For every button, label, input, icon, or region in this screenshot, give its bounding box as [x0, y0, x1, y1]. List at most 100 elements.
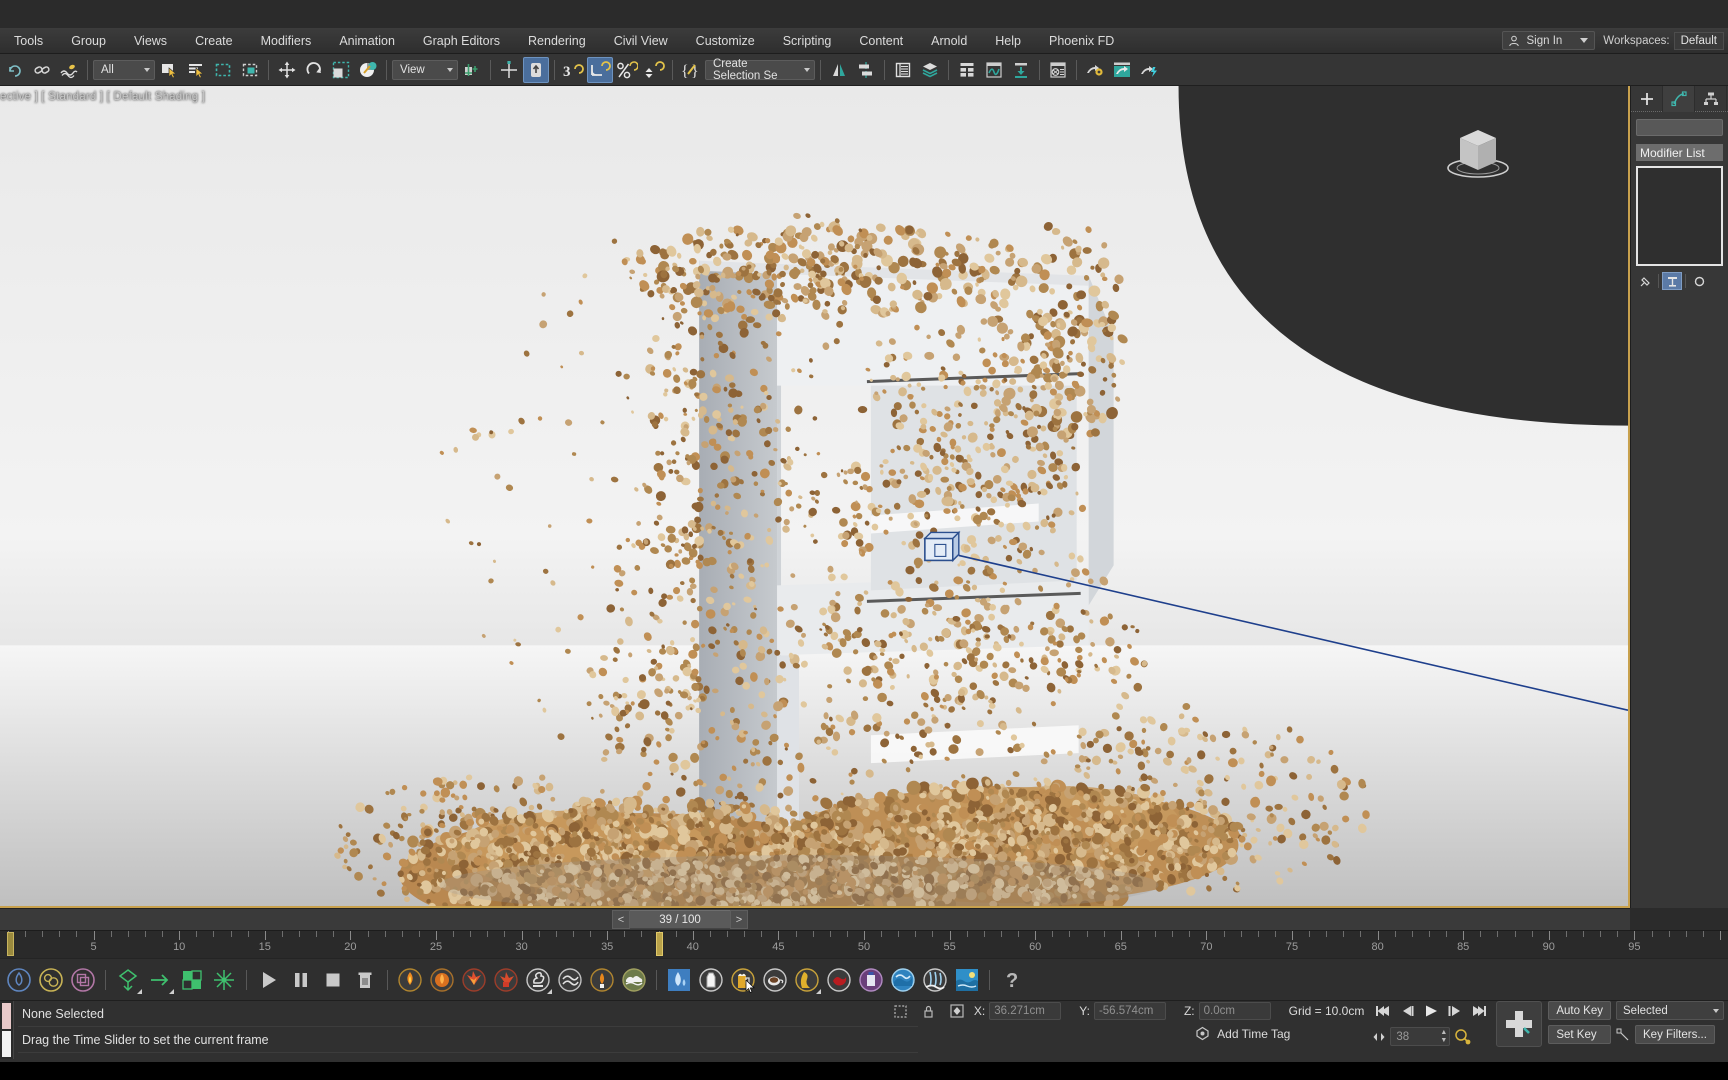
y-field[interactable]: -56.574cm	[1093, 1002, 1166, 1020]
curve-editor-icon[interactable]	[981, 57, 1007, 83]
menu-graph-editors[interactable]: Graph Editors	[409, 31, 514, 51]
preset-milk-icon[interactable]	[696, 965, 726, 995]
x-field[interactable]: 36.271cm	[989, 1002, 1062, 1020]
angle-snap-toggle-icon[interactable]	[587, 56, 613, 83]
menu-tools[interactable]: Tools	[0, 31, 57, 51]
menu-customize[interactable]: Customize	[682, 31, 769, 51]
use-pivot-point-center-icon[interactable]	[459, 57, 485, 83]
edit-named-selection-sets-icon[interactable]: {}	[678, 57, 704, 83]
phoenix-liquid-sim-icon[interactable]	[4, 965, 34, 995]
align-icon[interactable]	[853, 57, 879, 83]
menu-scripting[interactable]: Scripting	[769, 31, 846, 51]
pin-stack-icon[interactable]	[1635, 272, 1655, 290]
placement-tool-icon[interactable]	[355, 57, 381, 83]
bind-space-warp-icon[interactable]	[56, 57, 82, 83]
workspace-selector[interactable]: Default	[1673, 31, 1724, 50]
phoenix-source-icon[interactable]	[113, 965, 143, 995]
time-slider-label[interactable]: 39 / 100	[630, 910, 730, 929]
preset-blood-icon[interactable]	[824, 965, 854, 995]
tangent-icon[interactable]	[1616, 1028, 1630, 1042]
menu-group[interactable]: Group	[57, 31, 120, 51]
isolate-selection-icon[interactable]	[918, 1001, 940, 1021]
key-mode-icon[interactable]	[1454, 1028, 1472, 1046]
menu-content[interactable]: Content	[845, 31, 917, 51]
preset-honey-icon[interactable]	[792, 965, 822, 995]
time-tag-icon[interactable]	[1195, 1026, 1210, 1041]
phoenix-grid-icon[interactable]	[177, 965, 207, 995]
set-key-button[interactable]	[1496, 1001, 1543, 1047]
modifier-stack[interactable]	[1636, 166, 1723, 266]
chevron-down-icon[interactable]	[1580, 38, 1589, 43]
select-and-move-icon[interactable]	[274, 57, 300, 83]
menu-phoenix-fd[interactable]: Phoenix FD	[1035, 31, 1128, 51]
preset-coffee-icon[interactable]	[760, 965, 790, 995]
time-slider-row[interactable]: < 39 / 100 >	[0, 908, 1630, 930]
menu-modifiers[interactable]: Modifiers	[247, 31, 326, 51]
track-bar-current-marker[interactable]	[655, 932, 663, 956]
unlink-icon[interactable]	[29, 57, 55, 83]
rectangular-selection-region-icon[interactable]	[210, 57, 236, 83]
play-animation-icon[interactable]	[1420, 1001, 1442, 1021]
select-object-icon[interactable]	[156, 57, 182, 83]
spinner-snap-toggle-icon[interactable]	[641, 57, 667, 83]
select-by-name-icon[interactable]	[183, 57, 209, 83]
auto-key-button[interactable]: Auto Key	[1548, 1001, 1611, 1020]
select-and-rotate-icon[interactable]	[301, 57, 327, 83]
selection-lock-icon[interactable]	[890, 1001, 912, 1021]
previous-frame-icon[interactable]	[1396, 1001, 1418, 1021]
hierarchy-tab[interactable]	[1695, 86, 1727, 112]
menu-civil-view[interactable]: Civil View	[600, 31, 682, 51]
set-key-button-label[interactable]: Set Key	[1548, 1025, 1611, 1044]
view-cube[interactable]	[1438, 116, 1518, 186]
object-name-field[interactable]	[1636, 119, 1723, 136]
pause-button-icon[interactable]	[286, 965, 316, 995]
maxscript-listener-white[interactable]	[2, 1031, 11, 1057]
toggle-scene-explorer-icon[interactable]	[954, 57, 980, 83]
named-selection-set-combo[interactable]: Create Selection Se	[705, 58, 815, 82]
schematic-view-icon[interactable]	[1008, 57, 1034, 83]
preset-blast-icon[interactable]	[491, 965, 521, 995]
sign-in-button[interactable]: Sign In	[1502, 31, 1596, 50]
render-production-icon[interactable]	[1136, 57, 1162, 83]
key-filter-selection-combo[interactable]: Selected	[1616, 1001, 1724, 1020]
preset-pool-icon[interactable]	[888, 965, 918, 995]
modifier-list-dropdown[interactable]: Modifier List	[1636, 144, 1723, 161]
menu-animation[interactable]: Animation	[325, 31, 409, 51]
percent-snap-toggle-icon[interactable]	[614, 57, 640, 83]
previous-frame-arrow[interactable]: <	[612, 910, 630, 929]
go-to-start-icon[interactable]	[1372, 1001, 1394, 1021]
preset-clouds-icon[interactable]	[619, 965, 649, 995]
menu-arnold[interactable]: Arnold	[917, 31, 981, 51]
next-frame-icon[interactable]	[1444, 1001, 1466, 1021]
undo-icon[interactable]	[2, 57, 28, 83]
select-and-scale-icon[interactable]	[328, 57, 354, 83]
show-end-result-icon[interactable]	[1662, 272, 1682, 290]
reference-coordinate-combo[interactable]: View	[392, 59, 458, 80]
z-field[interactable]: 0.0cm	[1198, 1002, 1271, 1020]
use-center-icon[interactable]	[496, 57, 522, 83]
mirror-icon[interactable]	[826, 57, 852, 83]
preset-beer-icon[interactable]	[728, 965, 758, 995]
phoenix-mapper-icon[interactable]	[68, 965, 98, 995]
status-bar-mini-listener[interactable]	[0, 1001, 14, 1059]
window-crossing-toggle-icon[interactable]	[237, 57, 263, 83]
render-frame-window-icon[interactable]	[1109, 57, 1135, 83]
create-tab[interactable]	[1631, 86, 1663, 112]
phoenix-turbulence-icon[interactable]	[209, 965, 239, 995]
play-button-icon[interactable]	[254, 965, 284, 995]
phoenix-force-icon[interactable]	[145, 965, 175, 995]
current-frame-field[interactable]: 38 ▲ ▼	[1390, 1027, 1451, 1046]
perspective-viewport[interactable]: ective ] [ Standard ] [ Default Shading …	[0, 86, 1630, 908]
maxscript-listener-pink[interactable]	[2, 1003, 11, 1029]
modify-tab[interactable]	[1663, 86, 1695, 112]
menu-create[interactable]: Create	[181, 31, 247, 51]
absolute-relative-mode-icon[interactable]	[946, 1001, 968, 1021]
preset-explosion-icon[interactable]	[459, 965, 489, 995]
track-bar-start-marker[interactable]	[7, 932, 14, 956]
key-mode-toggle-icon[interactable]	[1372, 1030, 1386, 1044]
track-bar[interactable]: 5 10 15 20 25 30 35 40 45 50 55 60 65 70 75 80 85 90 95	[0, 930, 1728, 958]
preset-smoke-icon[interactable]	[523, 965, 553, 995]
select-and-manipulate-icon[interactable]	[523, 56, 549, 83]
menu-rendering[interactable]: Rendering	[514, 31, 600, 51]
z-coordinate[interactable]: Z: 0.0cm	[1184, 1002, 1271, 1020]
